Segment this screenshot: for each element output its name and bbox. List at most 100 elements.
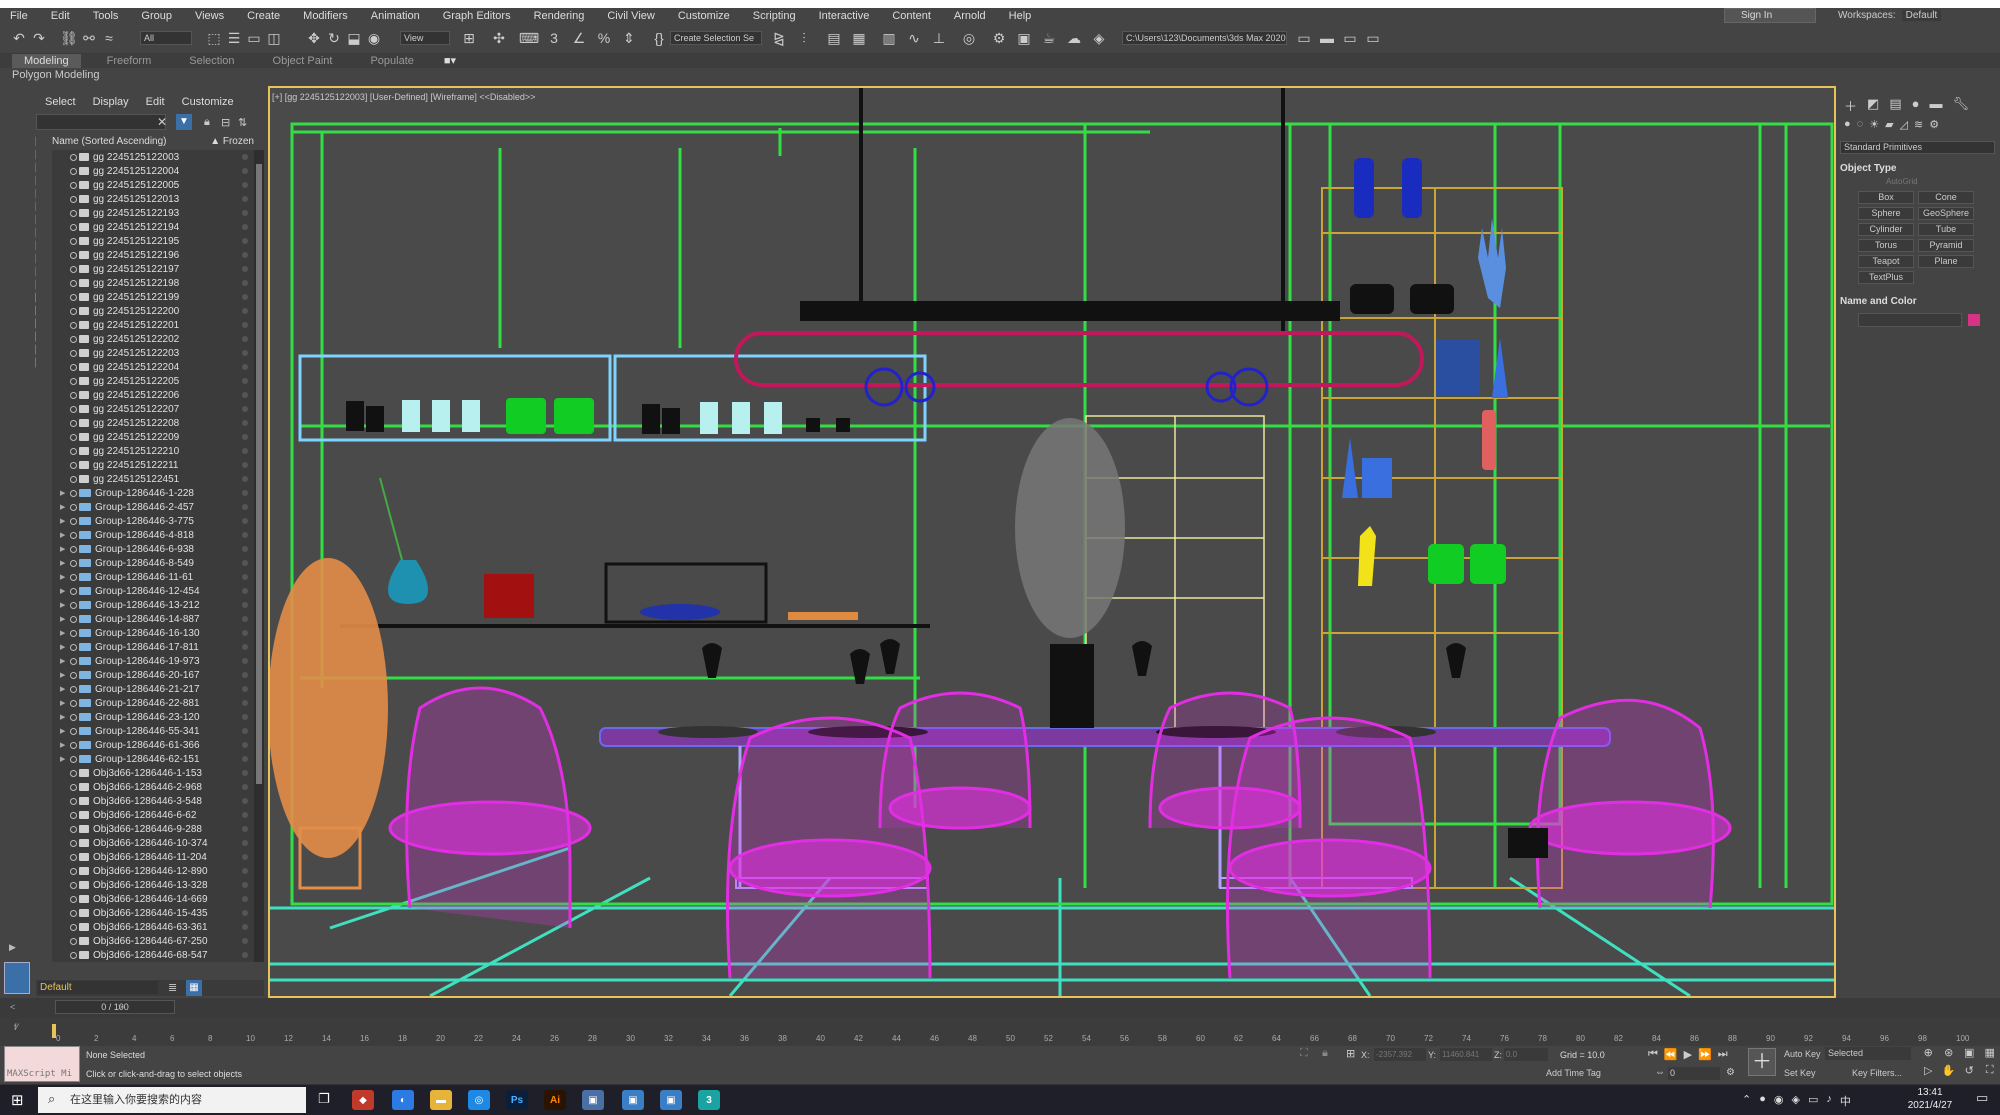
primitive-type-dropdown[interactable]: Standard Primitives [1840,141,1995,154]
teapot-button[interactable]: Teapot [1858,255,1914,268]
rendered-frame-icon[interactable]: ▣ [1015,29,1033,47]
menu-customize[interactable]: Customize [678,10,730,22]
group-row[interactable]: ▶ Group-1286446-22-881 [52,696,254,710]
bind-spacewarp-icon[interactable]: ≈ [100,29,118,47]
layer-explorer-icon[interactable]: ▦ [186,980,202,996]
freeze-toggle-icon[interactable] [242,602,248,608]
object-row[interactable]: Obj3d66-1286446-15-435 [52,906,254,920]
freeze-toggle-icon[interactable] [242,812,248,818]
expand-arrow-icon[interactable]: ▶ [60,587,65,595]
modify-tab-icon[interactable]: ◩ [1867,96,1879,112]
visibility-eye-icon[interactable] [70,853,77,861]
display-tab-icon[interactable]: ▬ [1929,96,1942,112]
visibility-eye-icon[interactable] [70,209,77,217]
freeze-toggle-icon[interactable] [242,798,248,804]
project-folder-dropdown[interactable]: C:\Users\123\Documents\3ds Max 2020 [1122,31,1287,45]
freeze-toggle-icon[interactable] [242,350,248,356]
freeze-toggle-icon[interactable] [242,406,248,412]
visibility-eye-icon[interactable] [70,517,77,525]
select-object-icon[interactable]: ⬚ [205,29,223,47]
freeze-toggle-icon[interactable] [242,266,248,272]
goto-start-icon[interactable]: ⏮ [1648,1048,1658,1061]
group-row[interactable]: ▶ Group-1286446-1-228 [52,486,254,500]
object-row[interactable]: Obj3d66-1286446-11-204 [52,850,254,864]
angle-snap-icon[interactable]: ∠ [570,29,588,47]
freeze-toggle-icon[interactable] [242,210,248,216]
freeze-toggle-icon[interactable] [242,672,248,678]
object-row[interactable]: Obj3d66-1286446-63-361 [52,920,254,934]
sphere-button[interactable]: Sphere [1858,207,1914,220]
helpers-icon[interactable]: ◿ [1900,118,1908,132]
freeze-toggle-icon[interactable] [242,434,248,440]
pivot-icon[interactable]: ⊞ [460,29,478,47]
visibility-eye-icon[interactable] [70,545,77,553]
visibility-eye-icon[interactable] [70,699,77,707]
spinner-snap-icon[interactable]: ⇕ [620,29,638,47]
expand-arrow-icon[interactable]: ▶ [60,545,65,553]
align-icon[interactable]: ⫶ [795,29,813,47]
group-row[interactable]: ▶ Group-1286446-19-973 [52,654,254,668]
object-row[interactable]: Obj3d66-1286446-12-890 [52,864,254,878]
select-by-name-icon[interactable]: ☰ [225,29,243,47]
set-key-big-icon[interactable]: ＋ [1748,1048,1776,1076]
object-row[interactable]: gg 2245125122202 [52,332,254,346]
menu-create[interactable]: Create [247,10,280,22]
group-row[interactable]: ▶ Group-1286446-6-938 [52,542,254,556]
menu-scripting[interactable]: Scripting [753,10,796,22]
group-row[interactable]: ▶ Group-1286446-17-811 [52,640,254,654]
expand-arrow-icon[interactable]: ▶ [60,699,65,707]
render-production-icon[interactable]: ☕ [1040,29,1058,47]
sign-in-button[interactable]: Sign In [1724,8,1816,23]
freeze-toggle-icon[interactable] [242,700,248,706]
freeze-toggle-icon[interactable] [242,294,248,300]
play-icon[interactable]: ▶ [1684,1048,1692,1061]
create-tab-icon[interactable]: ＋ [1844,96,1857,114]
scale-icon[interactable]: ⬓ [345,29,363,47]
object-row[interactable]: gg 2245125122195 [52,234,254,248]
expand-arrow-icon[interactable]: ▶ [60,531,65,539]
freeze-toggle-icon[interactable] [242,770,248,776]
scrollbar-thumb[interactable] [256,164,262,784]
tab-modeling[interactable]: Modeling [12,54,81,68]
object-row[interactable]: gg 2245125122197 [52,262,254,276]
visibility-eye-icon[interactable] [70,377,77,385]
project-open-icon[interactable]: ▭ [1295,29,1313,47]
visibility-eye-icon[interactable] [70,797,77,805]
render-setup-icon[interactable]: ⚙ [990,29,1008,47]
app-window-icon[interactable]: ▣ [582,1090,604,1110]
visibility-eye-icon[interactable] [70,937,77,945]
tray-app-icon[interactable]: ● [1759,1093,1766,1109]
freeze-toggle-icon[interactable] [242,588,248,594]
freeze-toggle-icon[interactable] [242,574,248,580]
box-button[interactable]: Box [1858,191,1914,204]
visibility-eye-icon[interactable] [70,335,77,343]
photoshop-icon[interactable]: Ps [506,1090,528,1110]
reference-coord-dropdown[interactable]: View [400,31,450,45]
menu-group[interactable]: Group [141,10,172,22]
expand-arrow-icon[interactable]: ▶ [60,503,65,511]
project-settings-icon[interactable]: ▭ [1364,29,1382,47]
key-selected-dropdown[interactable]: Selected [1825,1047,1911,1060]
group-row[interactable]: ▶ Group-1286446-3-775 [52,514,254,528]
name-color-heading[interactable]: Name and Color [1840,296,1917,307]
textplus-button[interactable]: TextPlus [1858,271,1914,284]
menu-modifiers[interactable]: Modifiers [303,10,348,22]
expand-arrow-icon[interactable]: ▶ [60,615,65,623]
visibility-eye-icon[interactable] [70,671,77,679]
network-icon[interactable]: ▭ [1808,1093,1818,1109]
group-row[interactable]: ▶ Group-1286446-61-366 [52,738,254,752]
object-row[interactable]: gg 2245125122205 [52,374,254,388]
menu-views[interactable]: Views [195,10,224,22]
tab-object-paint[interactable]: Object Paint [261,54,345,68]
ribbon-options-icon[interactable]: ■▾ [432,54,468,68]
group-row[interactable]: ▶ Group-1286446-55-341 [52,724,254,738]
utilities-tab-icon[interactable]: 🔧︎ [1952,96,1969,112]
menu-interactive[interactable]: Interactive [819,10,870,22]
object-color-swatch[interactable] [1968,314,1980,326]
shapes-icon[interactable]: ◌ [1857,118,1864,132]
placement-icon[interactable]: ◉ [365,29,383,47]
expand-arrow-icon[interactable]: ▶ [60,685,65,693]
group-row[interactable]: ▶ Group-1286446-23-120 [52,710,254,724]
render-iterative-icon[interactable]: ☁ [1065,29,1083,47]
object-row[interactable]: Obj3d66-1286446-14-669 [52,892,254,906]
